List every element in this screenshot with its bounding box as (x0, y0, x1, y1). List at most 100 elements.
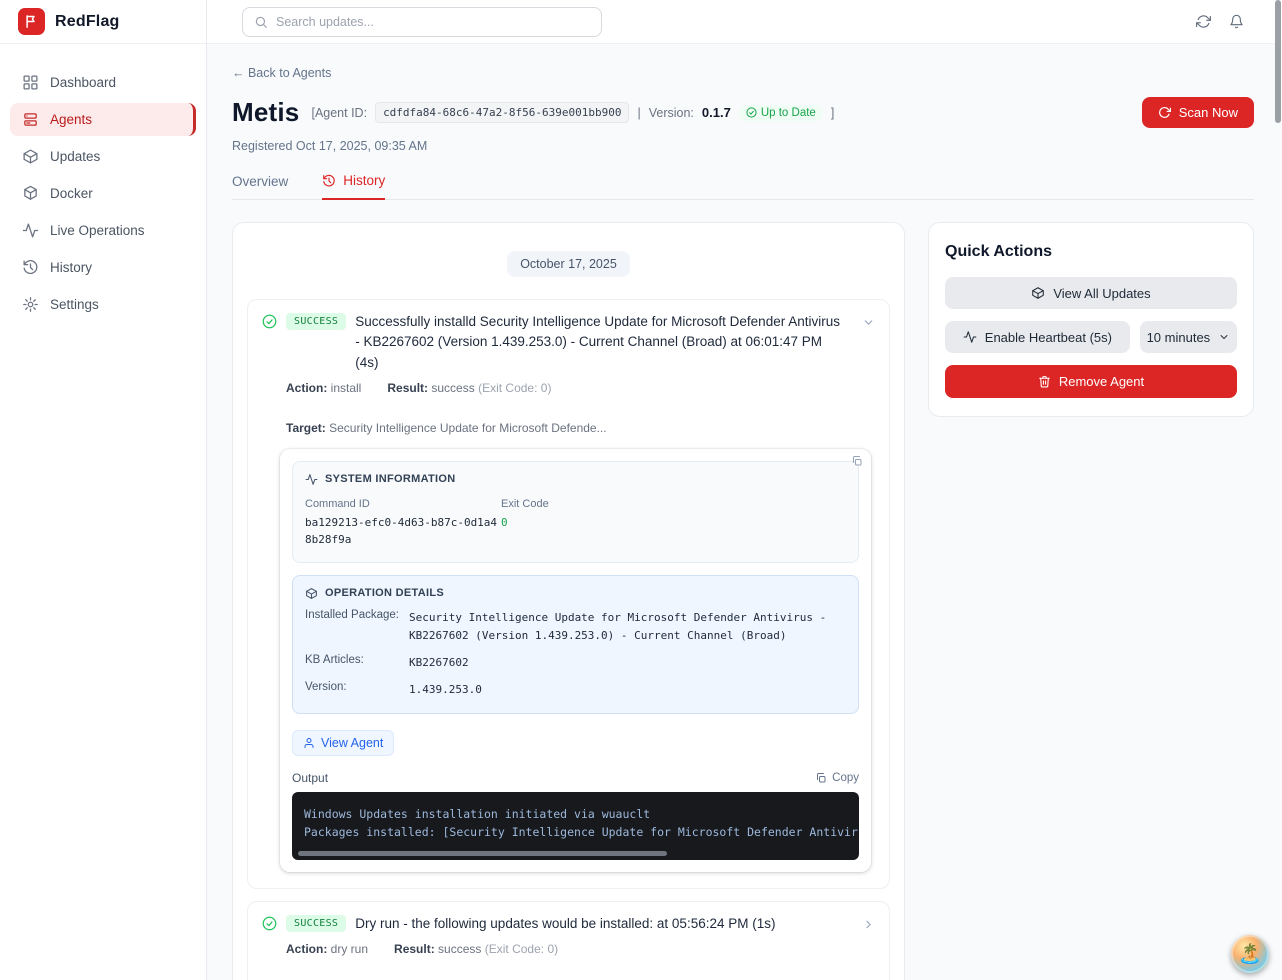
version-value: 0.1.7 (702, 105, 731, 120)
package-icon (22, 148, 39, 165)
redflag-logo-icon (18, 8, 45, 35)
entry-header[interactable]: SUCCESS Dry run - the following updates … (262, 914, 875, 934)
exit-code-value: 0 (501, 514, 549, 532)
close-bracket: ] (831, 106, 834, 120)
refresh-icon (1158, 106, 1171, 119)
docker-icon (22, 185, 39, 202)
bell-icon[interactable] (1229, 14, 1244, 29)
page-title: Metis (232, 97, 299, 128)
brand-name: RedFlag (55, 13, 120, 31)
copy-output-button[interactable]: Copy (815, 772, 859, 784)
terminal-horizontal-scrollbar[interactable] (298, 851, 667, 856)
command-id-label: Command ID (305, 498, 501, 510)
topbar-icons (1196, 14, 1244, 29)
brand: RedFlag (0, 0, 206, 44)
sidebar: RedFlag Dashboard Agents Updates Docker … (0, 0, 207, 980)
history-icon (322, 174, 336, 188)
search-box[interactable] (242, 7, 602, 37)
quick-actions-title: Quick Actions (945, 243, 1237, 261)
sidebar-item-label: Agents (50, 112, 92, 127)
copy-icon (815, 772, 827, 784)
entry-detail-panel: SYSTEM INFORMATION Command ID ba129213-e… (280, 449, 871, 872)
dashboard-icon (22, 74, 39, 91)
expand-toggle[interactable] (862, 918, 875, 931)
terminal-line: Packages installed: [Security Intelligen… (304, 824, 847, 841)
sidebar-item-agents[interactable]: Agents (10, 103, 196, 136)
output-label: Output (292, 771, 328, 785)
person-icon (303, 737, 315, 749)
enable-heartbeat-button[interactable]: Enable Heartbeat (5s) (945, 321, 1130, 353)
quick-actions-card: Quick Actions View All Updates Enable He… (928, 222, 1254, 417)
activity-icon (963, 330, 977, 344)
sidebar-item-updates[interactable]: Updates (10, 140, 196, 173)
back-to-agents-link[interactable]: ← Back to Agents (232, 66, 1254, 80)
collapse-toggle[interactable] (862, 316, 875, 329)
view-all-updates-button[interactable]: View All Updates (945, 277, 1237, 309)
search-icon (254, 15, 268, 29)
operation-details-box: OPERATION DETAILS Installed Package: Sec… (292, 575, 859, 714)
tab-bar: Overview History (232, 173, 1254, 200)
scan-now-button[interactable]: Scan Now (1142, 97, 1254, 128)
command-id-value: ba129213-efc0-4d63-b87c-0d1a48b28f9a (305, 514, 501, 549)
heartbeat-interval-select[interactable]: 10 minutes (1140, 321, 1237, 353)
agent-header-row: Metis [Agent ID: cdfdfa84-68c6-47a2-8f56… (232, 97, 1254, 128)
exit-code-label: Exit Code (501, 498, 549, 510)
sidebar-item-label: Live Operations (50, 223, 145, 238)
tab-history[interactable]: History (322, 173, 385, 200)
system-information-box: SYSTEM INFORMATION Command ID ba129213-e… (292, 461, 859, 563)
history-icon (22, 259, 39, 276)
entry-title: Successfully installd Security Intellige… (355, 312, 853, 373)
operation-details-title: OPERATION DETAILS (325, 587, 444, 599)
topbar (207, 0, 1282, 44)
entry-header[interactable]: SUCCESS Successfully installd Security I… (262, 312, 875, 373)
agents-icon (22, 111, 39, 128)
copy-icon[interactable] (851, 455, 863, 467)
output-terminal: Windows Updates installation initiated v… (292, 792, 859, 860)
sidebar-item-history[interactable]: History (10, 251, 196, 284)
terminal-line: Windows Updates installation initiated v… (304, 806, 847, 823)
detail-row: Version: 1.439.253.0 (305, 681, 846, 699)
island-widget-button[interactable]: 🏝️ (1231, 935, 1269, 973)
remove-agent-button[interactable]: Remove Agent (945, 365, 1237, 398)
history-timeline-card: October 17, 2025 SUCCESS Successfully in… (232, 222, 905, 980)
check-circle-icon (262, 314, 277, 329)
tab-overview[interactable]: Overview (232, 173, 288, 199)
refresh-icon[interactable] (1196, 14, 1211, 29)
history-entry: SUCCESS Successfully installd Security I… (247, 299, 890, 889)
trash-icon (1038, 375, 1051, 388)
sidebar-item-label: Updates (50, 149, 100, 164)
chevron-down-icon (1218, 331, 1230, 343)
entry-meta: Action: install Result: success (Exit Co… (286, 381, 875, 435)
version-label: Version: (649, 106, 694, 120)
check-circle-icon (746, 107, 757, 118)
package-icon (1031, 286, 1045, 300)
package-icon (305, 587, 318, 600)
sidebar-item-live-operations[interactable]: Live Operations (10, 214, 196, 247)
main-content: ← Back to Agents Metis [Agent ID: cdfdfa… (207, 44, 1282, 980)
gear-icon (22, 296, 39, 313)
search-input[interactable] (276, 15, 590, 29)
status-badge: SUCCESS (286, 313, 346, 330)
detail-row: Installed Package: Security Intelligence… (305, 609, 846, 645)
entry-meta: Action: dry run Result: success (Exit Co… (286, 942, 875, 980)
date-header: October 17, 2025 (507, 251, 630, 277)
sidebar-nav: Dashboard Agents Updates Docker Live Ope… (0, 44, 206, 343)
status-badge: SUCCESS (286, 915, 346, 932)
agent-meta: [Agent ID: cdfdfa84-68c6-47a2-8f56-639e0… (311, 102, 834, 123)
chevron-right-icon (862, 918, 875, 931)
check-circle-icon (262, 916, 277, 931)
sidebar-item-label: History (50, 260, 92, 275)
chevron-down-icon (862, 316, 875, 329)
sidebar-item-settings[interactable]: Settings (10, 288, 196, 321)
agent-id-value: cdfdfa84-68c6-47a2-8f56-639e001bb900 (375, 102, 629, 123)
sidebar-item-label: Settings (50, 297, 99, 312)
detail-row: KB Articles: KB2267602 (305, 654, 846, 672)
window-vertical-scrollbar[interactable] (1275, 0, 1281, 123)
view-agent-button[interactable]: View Agent (292, 730, 394, 756)
sidebar-item-docker[interactable]: Docker (10, 177, 196, 210)
history-entry: SUCCESS Dry run - the following updates … (247, 901, 890, 980)
agent-id-label: [Agent ID: (311, 106, 367, 120)
activity-icon (305, 473, 318, 486)
activity-icon (22, 222, 39, 239)
sidebar-item-dashboard[interactable]: Dashboard (10, 66, 196, 99)
